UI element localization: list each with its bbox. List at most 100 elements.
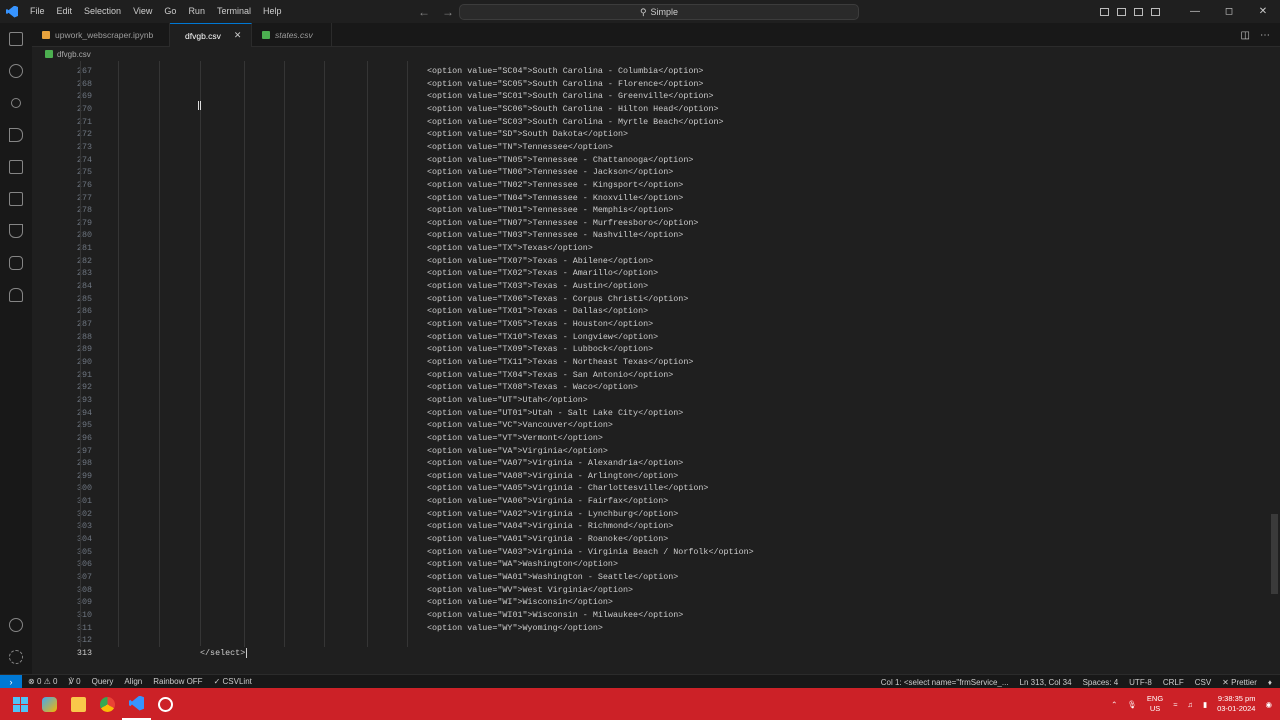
vscode-logo-icon [0, 0, 24, 23]
prettier-status[interactable]: ✕ Prettier [1222, 678, 1257, 687]
extensions-icon[interactable] [0, 153, 32, 181]
code-line: <option value="WI">Wisconsin</option> [427, 597, 613, 608]
wifi-icon[interactable]: ≈ [1173, 700, 1177, 709]
close-button[interactable]: ✕ [1246, 6, 1280, 17]
system-tray: ⌃ 🎙 ENG US ≈ ♫ ▮ 9:38:35 pm 03-01-2024 ◉ [1111, 688, 1272, 720]
remote-indicator-icon[interactable]: › [0, 674, 22, 689]
accounts-icon[interactable] [0, 611, 32, 639]
file-encoding[interactable]: UTF-8 [1129, 678, 1152, 687]
tab-label: upwork_webscraper.ipynb [55, 30, 154, 40]
lang-top: ENG [1146, 694, 1164, 703]
explorer-icon[interactable] [0, 25, 32, 53]
split-editor-icon[interactable]: ◫ [1241, 30, 1250, 41]
maximize-button[interactable]: ◻ [1212, 6, 1246, 17]
toggle-primary-sidebar-icon[interactable] [1100, 7, 1109, 16]
code-line: <option value="SC05">South Carolina - Fl… [427, 78, 704, 89]
code-line: <option value="TX03">Texas - Austin</opt… [427, 281, 649, 292]
code-line: <option value="WA01">Washington - Seattl… [427, 572, 679, 582]
menu-terminal[interactable]: Terminal [211, 0, 257, 23]
back-arrow-icon[interactable]: ← [418, 5, 430, 19]
menu-go[interactable]: Go [158, 0, 182, 23]
indentation[interactable]: Spaces: 4 [1083, 678, 1119, 687]
notifications-bell-icon[interactable]: ♦ [1268, 678, 1272, 687]
code-line: <option value="TN03">Tennessee - Nashvil… [427, 230, 684, 241]
activity-bar [0, 23, 32, 674]
search-view-icon[interactable] [0, 57, 32, 85]
menu-edit[interactable]: Edit [51, 0, 79, 23]
code-editor[interactable]: 267 268 269 270 271 272 273 274 275 276 277 278 279 2… [32, 61, 1280, 674]
code-line: <option value="WI01">Wisconsin - Milwauk… [427, 609, 684, 620]
code-line: <option value="SC01">South Carolina - Gr… [427, 91, 714, 102]
forward-arrow-icon[interactable]: → [442, 5, 454, 19]
code-line: <option value="TX02">Texas - Amarillo</o… [427, 268, 659, 279]
battery-icon[interactable]: ▮ [1203, 700, 1207, 709]
chrome-icon[interactable] [93, 688, 122, 720]
testing-icon[interactable] [0, 217, 32, 245]
cursor-position[interactable]: Ln 313, Col 34 [1020, 678, 1072, 687]
menu-selection[interactable]: Selection [78, 0, 127, 23]
menu-help[interactable]: Help [257, 0, 288, 23]
breadcrumb-file[interactable]: dfvgb.csv [57, 50, 91, 59]
more-actions-icon[interactable]: ⋯ [1260, 30, 1270, 41]
source-control-icon[interactable] [0, 89, 32, 117]
volume-icon[interactable]: ♫ [1187, 700, 1193, 709]
align-button[interactable]: Align [124, 677, 142, 686]
docker-icon[interactable] [0, 281, 32, 309]
tray-overflow-icon[interactable]: ⌃ [1111, 700, 1117, 709]
code-line: <option value="TX09">Texas - Lubbock</op… [427, 344, 654, 355]
code-line: <option value="VA02">Virginia - Lynchbur… [427, 508, 679, 519]
csvlint-button[interactable]: ✓ CSVLint [214, 677, 252, 686]
command-center[interactable]: ⚲ Simple [459, 4, 859, 20]
language-indicator[interactable]: ENG US [1147, 694, 1163, 714]
windows-start-icon[interactable] [6, 688, 35, 720]
microphone-icon[interactable]: 🎙 [1127, 700, 1137, 709]
remote-explorer-icon[interactable] [0, 185, 32, 213]
column-info[interactable]: Col 1: <select name="frmService_... [881, 678, 1009, 687]
minimize-button[interactable]: — [1178, 6, 1212, 17]
vscode-window: File Edit Selection View Go Run Terminal… [0, 0, 1280, 720]
code-line: <option value="VA07">Virginia - Alexandr… [427, 458, 684, 469]
end-of-line[interactable]: CRLF [1163, 678, 1184, 687]
copilot-icon[interactable] [35, 688, 64, 720]
menu-run[interactable]: Run [182, 0, 211, 23]
tab-dfvgb-csv[interactable]: dfvgb.csv ✕ [170, 23, 252, 47]
code-line: <option value="TN02">Tennessee - Kingspo… [427, 179, 684, 190]
close-tab-icon[interactable]: ✕ [234, 30, 242, 41]
code-line: <option value="TX06">Texas - Corpus Chri… [427, 293, 689, 304]
rainbow-toggle[interactable]: Rainbow OFF [153, 677, 202, 686]
file-explorer-icon[interactable] [64, 688, 93, 720]
code-line: <option value="VA03">Virginia - Virginia… [427, 546, 754, 557]
code-line: <option value="TN">Tennessee</option> [427, 141, 613, 152]
tab-states-csv[interactable]: states.csv [252, 23, 332, 47]
code-line: <option value="VA05">Virginia - Charlott… [427, 483, 709, 494]
code-line: <option value="VA04">Virginia - Richmond… [427, 521, 674, 532]
tab-upwork-webscraper[interactable]: upwork_webscraper.ipynb [32, 23, 170, 47]
command-center-label: Simple [650, 7, 679, 17]
indent-guide [118, 61, 119, 647]
code-line: <option value="VA">Virginia</option> [427, 445, 608, 456]
toggle-panel-icon[interactable] [1117, 7, 1126, 16]
menu-file[interactable]: File [24, 0, 51, 23]
vertical-scrollbar-thumb[interactable] [1271, 514, 1278, 594]
code-line: <option value="TX">Texas</option> [427, 243, 593, 254]
settings-gear-icon[interactable] [0, 643, 32, 671]
code-line: <option value="VA08">Virginia - Arlingto… [427, 470, 679, 481]
vscode-taskbar-icon[interactable] [122, 688, 151, 720]
python-icon[interactable] [0, 249, 32, 277]
run-debug-icon[interactable] [0, 121, 32, 149]
indent-guide [80, 61, 81, 647]
menu-bar: File Edit Selection View Go Run Terminal… [24, 0, 287, 23]
notification-center-icon[interactable]: ◉ [1265, 700, 1272, 709]
language-mode[interactable]: CSV [1195, 678, 1211, 687]
chatgpt-icon[interactable] [151, 688, 180, 720]
ports-indicator[interactable]: ℣ 0 [68, 677, 80, 686]
problems-indicator[interactable]: ⊗ 0 ⚠ 0 [28, 677, 57, 686]
toggle-secondary-sidebar-icon[interactable] [1134, 7, 1143, 16]
tab-label: states.csv [275, 30, 313, 40]
clock[interactable]: 9:38:35 pm 03-01-2024 [1217, 694, 1255, 714]
menu-view[interactable]: View [127, 0, 158, 23]
customize-layout-icon[interactable] [1151, 7, 1160, 16]
indent-guide [407, 61, 408, 647]
query-button[interactable]: Query [92, 677, 114, 686]
notebook-file-icon [42, 31, 50, 39]
